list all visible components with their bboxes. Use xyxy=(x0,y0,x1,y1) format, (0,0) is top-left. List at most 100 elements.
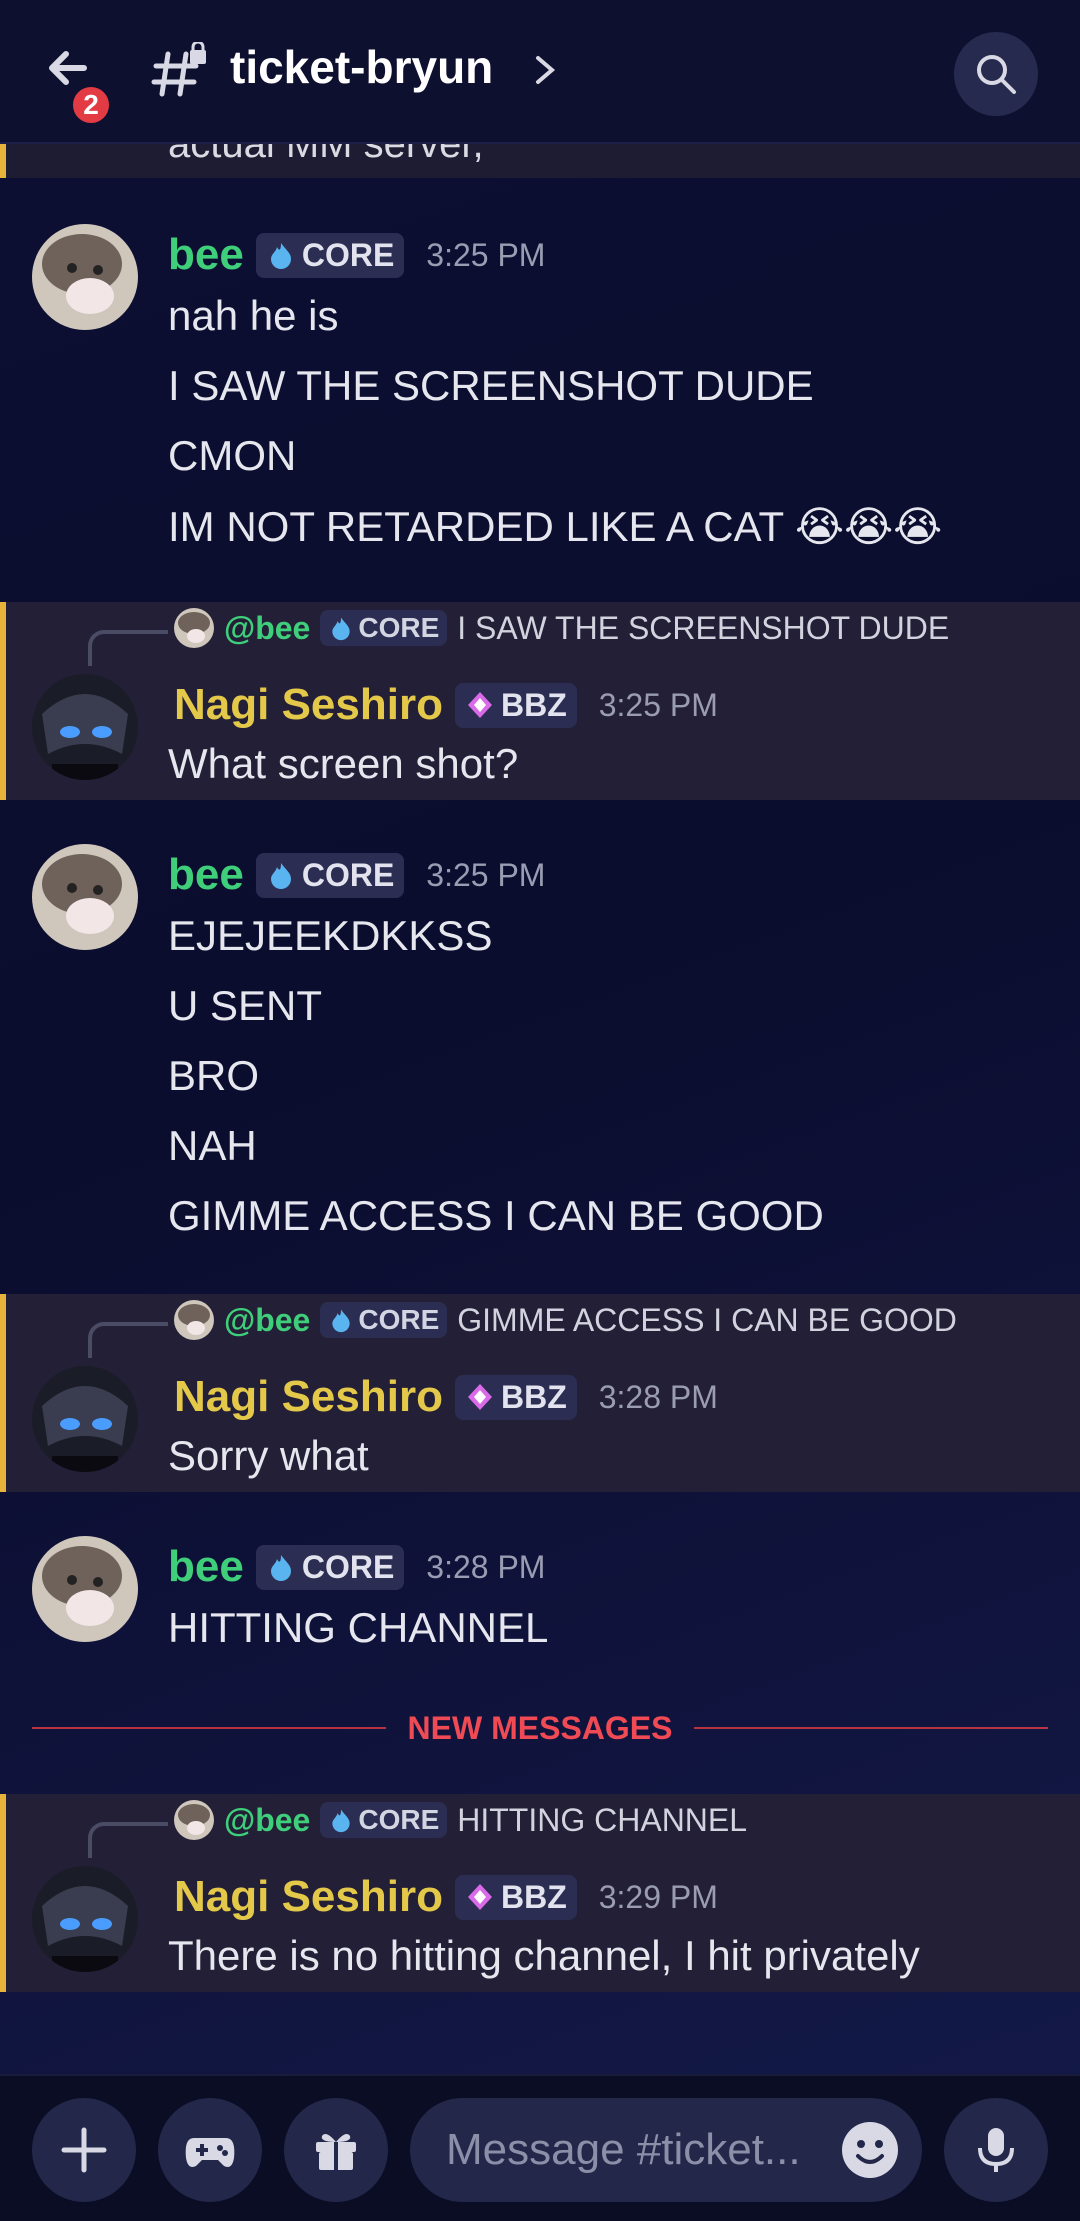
flame-icon xyxy=(332,617,351,641)
message-group[interactable]: bee CORE 3:28 PM HITTING CHANNEL xyxy=(0,1516,1080,1676)
reply-mention[interactable]: @bee xyxy=(224,610,310,647)
locked-channel-icon xyxy=(151,42,206,97)
reply-connector xyxy=(88,1322,168,1358)
reply-mention[interactable]: @bee xyxy=(224,1302,310,1339)
message-group-reply[interactable]: @bee CORE GIMME ACCESS I CAN BE GOOD Nag… xyxy=(0,1294,1080,1492)
username[interactable]: Nagi Seshiro xyxy=(174,1872,443,1922)
new-messages-divider: NEW MESSAGES xyxy=(32,1708,1049,1748)
tag-label: BBZ xyxy=(500,1378,567,1415)
channel-header: 2 ticket-bryun xyxy=(0,0,1080,144)
role-tag: CORE xyxy=(320,1802,448,1838)
message-text: IM NOT RETARDED LIKE A CAT 😭😭😭 xyxy=(168,503,943,550)
message-text: HITTING CHANNEL xyxy=(168,1604,549,1651)
role-tag: BBZ xyxy=(454,1374,577,1420)
tag-label: CORE xyxy=(301,1548,395,1585)
cut-off-message: actual MM server, xyxy=(0,144,1080,178)
mini-avatar xyxy=(174,608,214,648)
flame-icon xyxy=(270,243,291,269)
message-text: actual MM server, xyxy=(168,144,484,166)
emoji-icon[interactable] xyxy=(840,2120,900,2180)
gamepad-icon xyxy=(185,2138,235,2167)
attach-button[interactable] xyxy=(32,2098,136,2202)
diamond-icon xyxy=(467,1884,492,1910)
mini-avatar xyxy=(174,1300,214,1340)
message-text: I SAW THE SCREENSHOT DUDE xyxy=(168,362,814,409)
tag-label: CORE xyxy=(301,236,395,273)
timestamp: 3:28 PM xyxy=(598,1378,718,1415)
avatar[interactable] xyxy=(32,224,138,330)
role-tag: CORE xyxy=(255,1544,405,1590)
message-text: NAH xyxy=(168,1122,257,1169)
tag-label: CORE xyxy=(358,1304,440,1335)
timestamp: 3:28 PM xyxy=(426,1548,546,1585)
plus-icon xyxy=(61,2127,107,2173)
message-text: What screen shot? xyxy=(168,740,519,787)
role-tag: BBZ xyxy=(454,682,577,728)
reply-connector xyxy=(88,1822,168,1858)
role-tag: CORE xyxy=(255,852,405,898)
timestamp: 3:25 PM xyxy=(426,236,546,273)
username[interactable]: Nagi Seshiro xyxy=(174,1372,443,1422)
gift-button[interactable] xyxy=(284,2098,388,2202)
avatar[interactable] xyxy=(32,1536,138,1642)
reply-preview[interactable]: @bee CORE HITTING CHANNEL xyxy=(174,1800,747,1840)
message-input[interactable]: Message #ticket... xyxy=(410,2098,922,2202)
avatar[interactable] xyxy=(32,1866,138,1972)
message-text: EJEJEEKDKKSS xyxy=(168,912,493,959)
reply-connector xyxy=(88,630,168,666)
flame-icon xyxy=(270,863,291,889)
new-messages-label: NEW MESSAGES xyxy=(407,1709,673,1746)
voice-message-button[interactable] xyxy=(944,2098,1048,2202)
role-tag: CORE xyxy=(320,610,448,646)
flame-icon xyxy=(332,1809,351,1833)
message-text: Sorry what xyxy=(168,1432,369,1479)
reply-text: GIMME ACCESS I CAN BE GOOD xyxy=(457,1301,957,1338)
message-text: There is no hitting channel, I hit priva… xyxy=(168,1932,920,1979)
microphone-icon xyxy=(978,2128,1014,2172)
flame-icon xyxy=(332,1309,351,1333)
mini-avatar xyxy=(174,1800,214,1840)
diamond-icon xyxy=(467,692,492,718)
message-group-reply[interactable]: @bee CORE HITTING CHANNEL Nagi Seshiro B… xyxy=(0,1794,1080,1992)
divider-line xyxy=(32,1727,386,1729)
gift-icon xyxy=(316,2134,356,2170)
notification-badge: 2 xyxy=(70,84,112,126)
timestamp: 3:25 PM xyxy=(426,856,546,893)
timestamp: 3:25 PM xyxy=(598,686,718,723)
role-tag: CORE xyxy=(255,232,405,278)
chevron-right-icon[interactable] xyxy=(530,52,560,88)
role-tag: CORE xyxy=(320,1302,448,1338)
reply-mention[interactable]: @bee xyxy=(224,1802,310,1839)
avatar[interactable] xyxy=(32,844,138,950)
message-group[interactable]: bee CORE 3:25 PM nah he is I SAW THE SCR… xyxy=(0,204,1080,564)
divider-line xyxy=(694,1727,1049,1729)
message-text: GIMME ACCESS I CAN BE GOOD xyxy=(168,1192,824,1239)
tag-label: CORE xyxy=(358,1804,440,1835)
activities-button[interactable] xyxy=(158,2098,262,2202)
tag-label: BBZ xyxy=(500,686,567,723)
message-composer: Message #ticket... xyxy=(0,2074,1080,2221)
message-group[interactable]: bee CORE 3:25 PM EJEJEEKDKKSS U SENT BRO… xyxy=(0,824,1080,1239)
reply-preview[interactable]: @bee CORE GIMME ACCESS I CAN BE GOOD xyxy=(174,1300,957,1340)
avatar[interactable] xyxy=(32,674,138,780)
message-text: CMON xyxy=(168,432,297,479)
reply-text: HITTING CHANNEL xyxy=(457,1801,748,1838)
avatar[interactable] xyxy=(32,1366,138,1472)
username[interactable]: bee xyxy=(168,1542,244,1592)
message-text: BRO xyxy=(168,1052,260,1099)
timestamp: 3:29 PM xyxy=(598,1878,718,1915)
channel-title[interactable]: ticket-bryun xyxy=(230,40,493,94)
message-list[interactable]: actual MM server, bee CORE 3:25 PM nah h… xyxy=(0,144,1080,2074)
tag-label: CORE xyxy=(301,856,395,893)
role-tag: BBZ xyxy=(454,1874,577,1920)
message-group-reply[interactable]: @bee CORE I SAW THE SCREENSHOT DUDE Nagi… xyxy=(0,602,1080,800)
search-button[interactable] xyxy=(954,32,1038,116)
username[interactable]: Nagi Seshiro xyxy=(174,680,443,730)
username[interactable]: bee xyxy=(168,850,244,900)
reply-preview[interactable]: @bee CORE I SAW THE SCREENSHOT DUDE xyxy=(174,608,949,648)
tag-label: BBZ xyxy=(500,1878,567,1915)
username[interactable]: bee xyxy=(168,230,244,280)
diamond-icon xyxy=(467,1384,492,1410)
message-text: U SENT xyxy=(168,982,323,1029)
reply-text: I SAW THE SCREENSHOT DUDE xyxy=(457,609,950,646)
